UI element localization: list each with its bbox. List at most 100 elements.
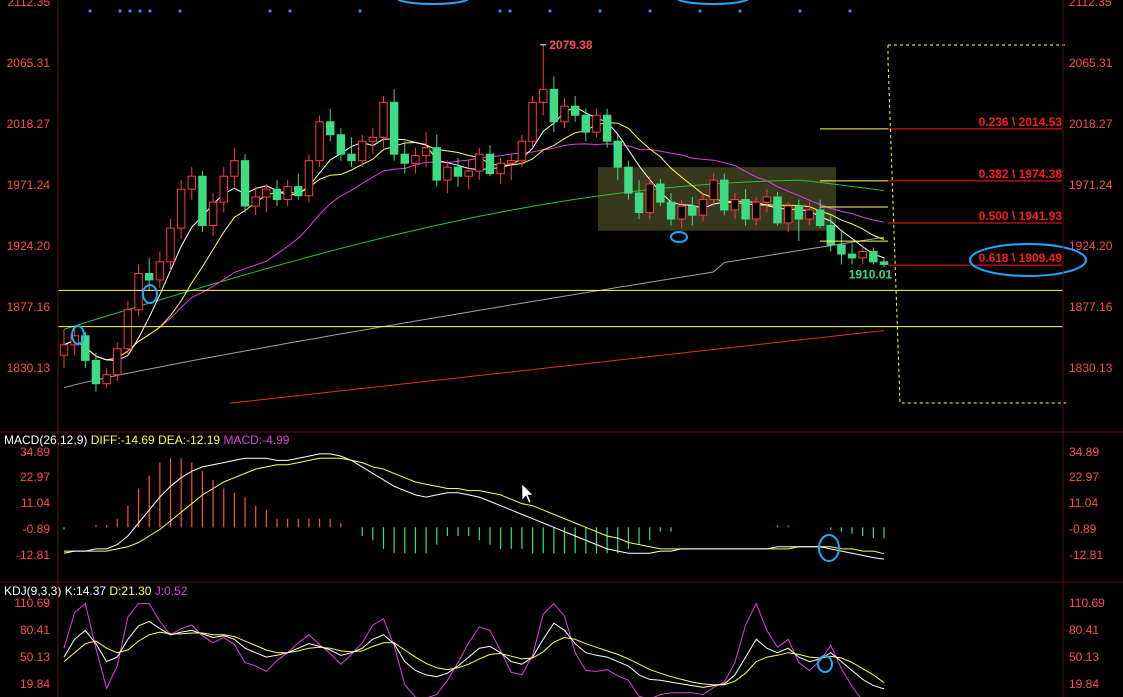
macd-tick-right: 34.89: [1069, 445, 1099, 459]
candle-body: [336, 134, 346, 155]
kdj-tick-left: 80.41: [20, 623, 50, 637]
candle-body: [251, 196, 260, 207]
candle-body: [645, 183, 654, 214]
price-tick-left: 1877.16: [7, 300, 51, 314]
candle-body: [507, 160, 516, 164]
signal-dot: [118, 9, 122, 13]
kdj-tick-right: 50.13: [1069, 650, 1099, 664]
price-tick-right: 2018.27: [1069, 117, 1113, 131]
candle-body: [123, 309, 133, 350]
candle-body: [570, 105, 580, 116]
macd-tick-right: -0.89: [1069, 522, 1097, 536]
macd-tick-left: 34.89: [20, 445, 50, 459]
macd-title: MACD(26,12,9) DIFF:-14.69 DEA:-12.19 MAC…: [4, 433, 290, 447]
candle-body: [869, 250, 878, 263]
kdj-title-part: KDJ(9,3,3): [4, 584, 61, 598]
candle-body: [379, 101, 388, 138]
candle-body: [219, 175, 228, 203]
candle-body: [272, 188, 282, 201]
candle-body: [240, 160, 250, 207]
price-tick-left: 1830.13: [7, 361, 51, 375]
candle-body: [208, 201, 218, 227]
candle-body: [102, 374, 111, 385]
macd-title-part: MACD(26,12,9): [4, 433, 87, 447]
kdj-tick-right: 80.41: [1069, 623, 1099, 637]
macd-title-part: DEA:-12.19: [155, 433, 221, 447]
macd-tick-right: 22.97: [1069, 470, 1099, 484]
candle-body: [773, 196, 782, 224]
candle-body: [304, 160, 314, 197]
signal-dot: [648, 9, 652, 13]
macd-tick-right: 11.04: [1069, 496, 1098, 510]
signal-dot: [508, 9, 512, 13]
price-tick-left: 2065.31: [7, 56, 51, 70]
candle-body: [826, 225, 835, 246]
signal-dot: [848, 9, 852, 13]
candle-body: [368, 136, 378, 142]
candle-body: [592, 114, 601, 133]
signal-dot: [178, 9, 182, 13]
macd-tick-left: -0.89: [23, 522, 51, 536]
candle-body: [357, 140, 367, 162]
candle-body: [741, 199, 750, 220]
candle-body: [389, 101, 399, 155]
kdj-tick-right: 19.84: [1069, 677, 1099, 691]
price-tick-left: 1971.24: [7, 178, 51, 192]
candle-body: [560, 105, 569, 123]
kdj-title-part: D:21.30: [106, 584, 152, 598]
candle-body: [315, 121, 324, 162]
candle-body: [347, 153, 356, 162]
candle-body: [847, 253, 857, 259]
candle-body: [443, 166, 452, 181]
candle-body: [730, 199, 740, 211]
signal-dot: [798, 9, 802, 13]
candle-body: [230, 160, 239, 177]
kdj-title-part: K:14.37: [61, 584, 106, 598]
macd-title-part: MACD:-4.99: [220, 433, 290, 447]
fib-label: 0.236 \ 2014.53: [979, 115, 1063, 129]
high-label: 2079.38: [549, 38, 593, 52]
price-tick-right: 1971.24: [1069, 178, 1113, 192]
candle-body: [528, 101, 537, 142]
signal-dot: [288, 9, 292, 13]
candle-body: [326, 121, 335, 136]
candle-body: [475, 153, 484, 172]
kdj-title-part: J:0.52: [151, 584, 187, 598]
signal-dot: [128, 9, 132, 13]
candle-body: [602, 114, 612, 142]
macd-tick-left: -12.81: [16, 548, 50, 562]
candle-body: [91, 359, 101, 385]
candle-body: [815, 209, 825, 227]
macd-tick-left: 22.97: [20, 470, 50, 484]
price-tick-right: 1877.16: [1069, 300, 1113, 314]
candle-body: [762, 196, 772, 203]
candle-body: [262, 188, 271, 198]
candle-body: [751, 201, 761, 220]
macd-tick-right: -12.81: [1069, 548, 1103, 562]
candle-body: [166, 227, 175, 263]
signal-dot: [598, 9, 602, 13]
candle-body: [666, 201, 676, 220]
candle-body: [485, 153, 495, 175]
candle-body: [549, 88, 559, 123]
candle-body: [837, 244, 846, 255]
candle-body: [144, 272, 154, 281]
fib-label: 0.618 \ 1909.49: [979, 251, 1063, 265]
signal-dot: [268, 9, 272, 13]
candle-body: [698, 199, 708, 216]
price-tick-left: 2018.27: [7, 117, 51, 131]
kdj-tick-left: 19.84: [20, 677, 50, 691]
candle-body: [538, 88, 548, 103]
low-label: 1910.01: [849, 267, 893, 281]
kdj-tick-left: 50.13: [20, 650, 50, 664]
candle-body: [453, 166, 463, 177]
signal-dot: [548, 9, 552, 13]
fib-label: 0.500 \ 1941.93: [979, 209, 1063, 223]
candle-body: [794, 205, 804, 220]
macd-title-part: DIFF:-14.69: [87, 433, 155, 447]
kdj-title: KDJ(9,3,3) K:14.37 D:21.30 J:0.52: [4, 584, 188, 598]
candle-body: [400, 153, 410, 164]
candle-body: [656, 183, 665, 203]
candle-body: [805, 209, 814, 220]
candle-body: [688, 205, 697, 216]
